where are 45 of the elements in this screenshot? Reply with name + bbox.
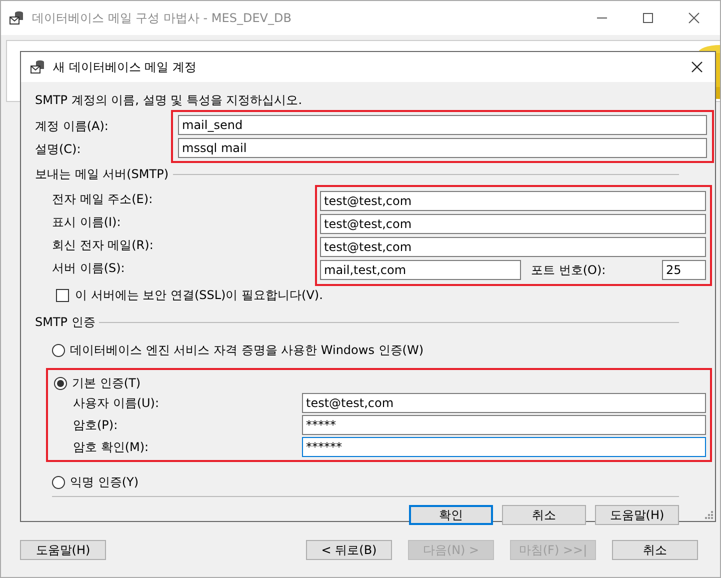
field-label: 암호 확인(M):	[72, 439, 150, 455]
instruction-text: SMTP 계정의 이름, 설명 및 특성을 지정하십시오.	[35, 92, 304, 108]
wizard-button[interactable]: 취소	[612, 540, 698, 560]
input-field[interactable]: test@test,com	[320, 191, 706, 211]
field-label: 설명(C):	[35, 141, 82, 158]
input-field[interactable]: mail_send	[178, 115, 707, 135]
radio-button[interactable]	[54, 376, 67, 390]
field-label: 회신 전자 메일(R):	[52, 237, 154, 254]
field-label: 포트 번호(O):	[531, 262, 606, 278]
input-field[interactable]: test@test,com	[320, 214, 706, 234]
section-title: 보내는 메일 서버(SMTP)	[35, 166, 169, 182]
window-title: 데이터베이스 메일 구성 마법사 - MES_DEV_DB	[32, 10, 292, 26]
database-mail-icon	[30, 59, 46, 75]
input-field[interactable]: mail,test,com	[320, 260, 521, 280]
checkbox[interactable]	[56, 288, 69, 302]
dialog-button[interactable]: 확인	[409, 505, 493, 525]
radio-label: 익명 인증(Y)	[70, 474, 139, 490]
field-label: 계정 이름(A):	[35, 118, 110, 135]
field-label: 서버 이름(S):	[52, 260, 126, 277]
database-mail-icon	[9, 10, 25, 26]
input-field[interactable]: *****	[302, 415, 706, 435]
input-field[interactable]: mssql mail	[178, 138, 707, 158]
close-icon[interactable]	[688, 12, 700, 24]
field-label: 전자 메일 주소(E):	[52, 191, 154, 208]
radio-button[interactable]	[52, 476, 65, 488]
dialog-title: 새 데이터베이스 메일 계정	[53, 58, 196, 76]
input-field[interactable]: 25	[662, 260, 706, 280]
wizard-button[interactable]: < 뒤로(B)	[306, 540, 392, 560]
field-label: 표시 이름(I):	[52, 214, 122, 231]
section-title: SMTP 인증	[35, 314, 96, 330]
input-field[interactable]: test@test,com	[302, 393, 706, 413]
input-field[interactable]: test@test,com	[320, 237, 706, 257]
resize-grip-icon[interactable]	[705, 511, 713, 519]
field-label: 암호(P):	[72, 417, 119, 433]
close-icon[interactable]	[691, 61, 703, 73]
input-field[interactable]: ******	[302, 437, 706, 457]
maximize-icon[interactable]	[642, 12, 654, 24]
dialog-button[interactable]: 취소	[502, 505, 586, 525]
radio-label: 데이터베이스 엔진 서비스 자격 증명을 사용한 Windows 인증(W)	[70, 342, 424, 358]
checkbox-label: 이 서버에는 보안 연결(SSL)이 필요합니다(V).	[75, 287, 323, 303]
field-label: 사용자 이름(U):	[72, 395, 160, 411]
dialog-button[interactable]: 도움말(H)	[595, 505, 679, 525]
radio-button[interactable]	[52, 344, 65, 356]
wizard-button[interactable]: 도움말(H)	[20, 540, 106, 560]
radio-label: 기본 인증(T)	[72, 375, 141, 391]
